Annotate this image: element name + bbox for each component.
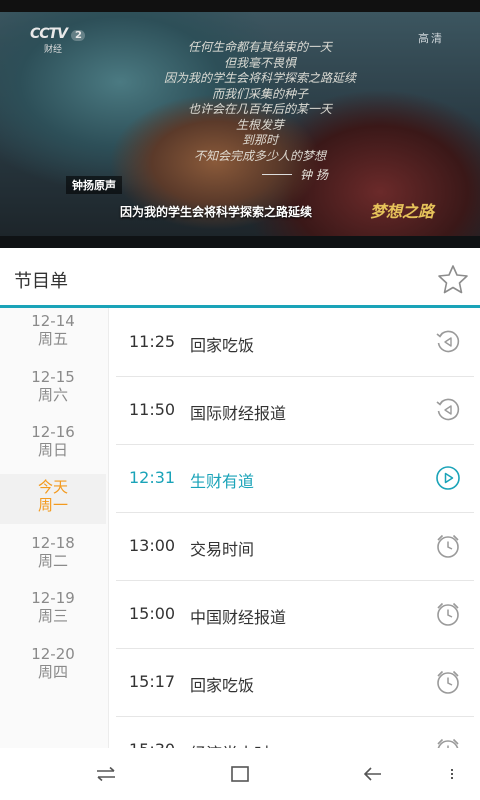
program-row-current[interactable]: 12:31 生财有道 xyxy=(116,444,474,513)
program-row[interactable]: 15:00 中国财经报道 xyxy=(116,580,474,649)
favorite-star-icon[interactable] xyxy=(437,264,469,294)
program-time: 15:30 xyxy=(129,740,175,748)
program-row[interactable]: 11:50 国际财经报道 xyxy=(116,376,474,445)
poem-line: 生根发芽 xyxy=(235,117,284,132)
channel-sub-label: 财经 xyxy=(44,45,63,55)
program-name: 回家吃饭 xyxy=(190,676,255,695)
poem-overlay: 任何生命都有其结束的一天 但我毫不畏惧 因为我的学生会将科学探索之路延续 而我们… xyxy=(140,40,380,164)
program-title-overlay: 梦想之路 xyxy=(370,202,435,221)
signature-dash xyxy=(262,174,292,175)
poem-line: 到那时 xyxy=(241,133,278,147)
date-list: 12-14 周五 12-15 周六 12-16 周日 今天 周一 12-18 周… xyxy=(0,308,109,748)
date-item[interactable]: 12-14 周五 xyxy=(0,312,106,362)
program-time: 12:31 xyxy=(129,468,176,487)
program-name: 生财有道 xyxy=(190,472,255,491)
program-name: 中国财经报道 xyxy=(190,608,287,627)
status-bar xyxy=(0,0,480,12)
replay-icon[interactable] xyxy=(434,328,462,356)
date-item[interactable]: 12-15 周六 xyxy=(0,368,106,418)
program-name: 回家吃饭 xyxy=(190,336,255,355)
schedule-header: 节目单 xyxy=(0,248,480,306)
navigation-bar xyxy=(0,748,480,800)
origin-tag: 钟扬原声 xyxy=(66,176,122,194)
column-divider xyxy=(108,308,109,748)
replay-icon[interactable] xyxy=(434,396,462,424)
poem-line: 而我们采集的种子 xyxy=(211,86,308,101)
program-list: 11:25 回家吃饭 11:50 国际财经报道 12:31 生财有道 13:00… xyxy=(116,308,474,748)
poem-line: 任何生命都有其结束的一天 xyxy=(187,40,332,54)
date-item[interactable]: 12-20 周四 xyxy=(0,645,106,695)
program-row[interactable]: 15:30 经济半小时 xyxy=(116,716,474,748)
program-name: 交易时间 xyxy=(190,540,255,559)
program-row[interactable]: 11:25 回家吃饭 xyxy=(116,308,474,377)
channel-logo: CCTV 2 xyxy=(30,26,85,42)
video-player[interactable]: CCTV 2 财经 高清 任何生命都有其结束的一天 但我毫不畏惧 因为我的学生会将… xyxy=(0,0,480,248)
back-icon[interactable] xyxy=(361,762,385,786)
page-title: 节目单 xyxy=(14,271,68,292)
channel-number: 2 xyxy=(70,30,85,41)
date-item-today[interactable]: 今天 周一 xyxy=(0,474,106,524)
alarm-icon[interactable] xyxy=(434,736,462,748)
video-subtitle: 因为我的学生会将科学探索之路延续 xyxy=(120,205,313,219)
program-row[interactable]: 15:17 回家吃饭 xyxy=(116,648,474,717)
play-icon[interactable] xyxy=(434,464,462,492)
menu-dots-icon[interactable] xyxy=(444,762,460,786)
program-name: 经济半小时 xyxy=(190,740,270,748)
date-item[interactable]: 12-19 周三 xyxy=(0,589,106,639)
date-item[interactable]: 12-16 周日 xyxy=(0,423,106,473)
alarm-icon[interactable] xyxy=(434,668,462,696)
program-time: 11:50 xyxy=(129,400,176,419)
alarm-icon[interactable] xyxy=(434,600,462,628)
program-time: 13:00 xyxy=(129,536,176,555)
quality-badge[interactable]: 高清 xyxy=(418,30,444,46)
program-time: 15:17 xyxy=(129,672,176,691)
poem-line: 不知会完成多少人的梦想 xyxy=(193,148,326,163)
signature-name: 钟 扬 xyxy=(300,168,328,182)
poem-line: 但我毫不畏惧 xyxy=(223,55,296,70)
switch-apps-icon[interactable] xyxy=(94,762,118,786)
program-name: 国际财经报道 xyxy=(190,404,287,423)
program-time: 11:25 xyxy=(129,332,176,351)
poem-line: 也许会在几百年后的某一天 xyxy=(187,102,332,116)
alarm-icon[interactable] xyxy=(434,532,462,560)
poem-line: 因为我的学生会将科学探索之路延续 xyxy=(163,71,356,85)
home-icon[interactable] xyxy=(228,762,252,786)
program-row[interactable]: 13:00 交易时间 xyxy=(116,512,474,581)
program-time: 15:00 xyxy=(129,604,176,623)
date-item[interactable]: 12-18 周二 xyxy=(0,534,106,584)
video-bottom-edge xyxy=(0,236,480,248)
